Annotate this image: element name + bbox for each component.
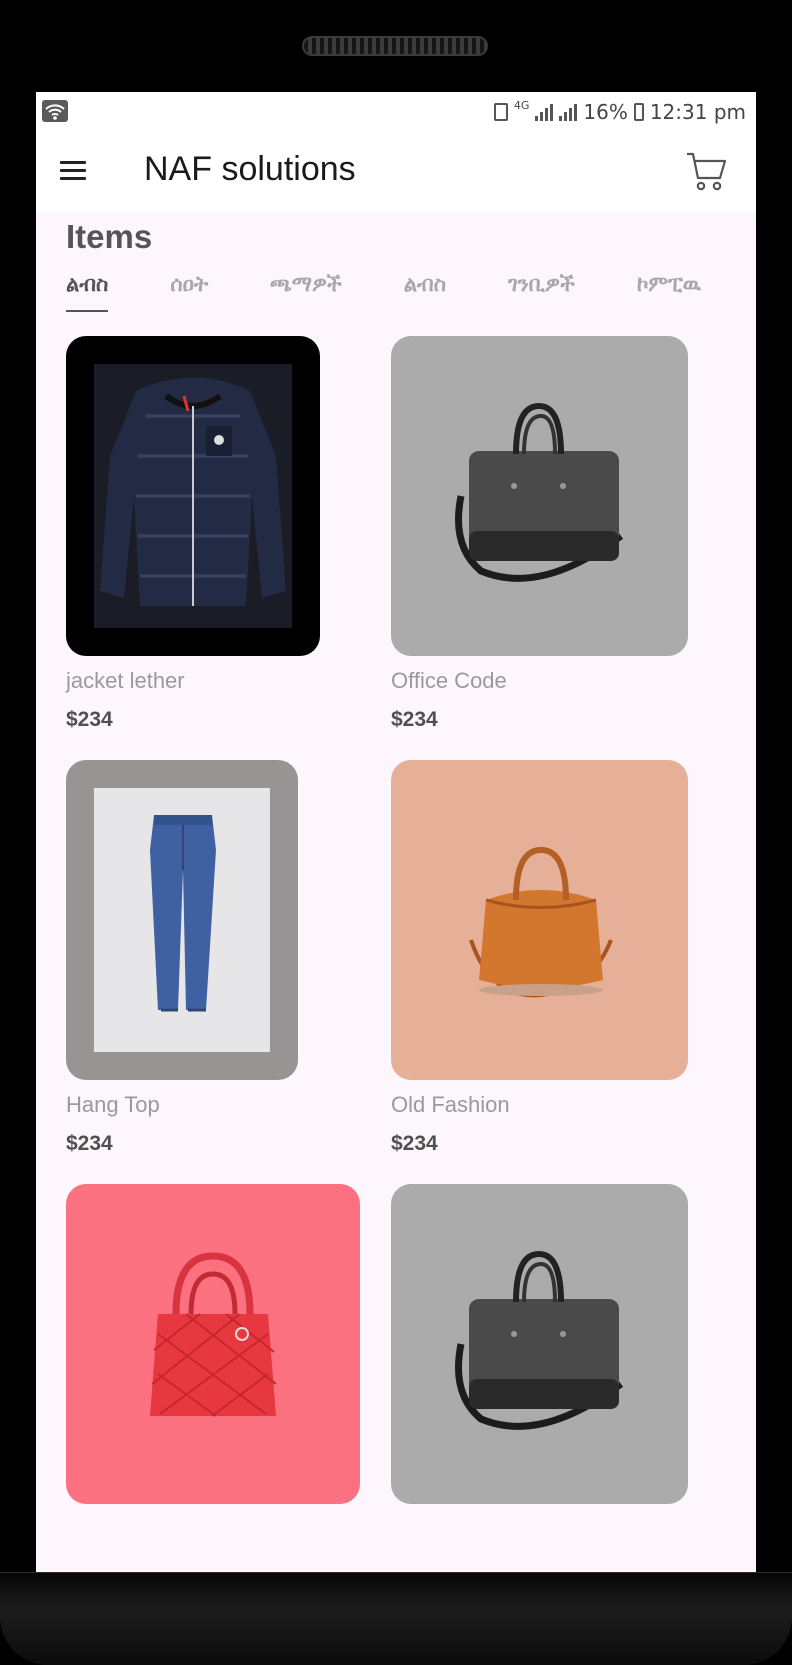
- blue-jeans-image: [94, 788, 270, 1052]
- product-image[interactable]: [66, 1184, 360, 1504]
- product-card[interactable]: Office Code $234: [391, 336, 688, 732]
- product-name: Hang Top: [66, 1092, 160, 1117]
- tab-category-4[interactable]: ልብስ: [404, 272, 446, 312]
- signal-icon: [535, 103, 554, 121]
- app-bar: NAF solutions: [36, 132, 756, 212]
- product-image[interactable]: [391, 760, 688, 1080]
- product-card[interactable]: [391, 1184, 688, 1518]
- product-price: $234: [391, 1132, 438, 1155]
- phone-frame: 4G 16% 12:31 pm NAF solutions Items ልብስ …: [0, 0, 792, 1665]
- tab-category-1[interactable]: ልብስ: [66, 272, 109, 312]
- product-price: $234: [391, 708, 438, 731]
- sim-card-icon: [493, 103, 508, 121]
- tab-category-3[interactable]: ጫማዎች: [270, 272, 342, 312]
- bottom-bezel: [0, 1572, 792, 1665]
- product-price: $234: [66, 708, 113, 731]
- category-tabs: ልብስ ሰዐት ጫማዎች ልብስ ገንቢዎች ኮምፒዉ: [66, 272, 756, 312]
- product-card[interactable]: Old Fashion $234: [391, 760, 688, 1156]
- product-image[interactable]: [66, 760, 298, 1080]
- section-title: Items: [66, 218, 153, 255]
- product-card[interactable]: jacket lether $234: [66, 336, 320, 732]
- product-image[interactable]: [391, 336, 688, 656]
- earpiece-speaker: [302, 36, 488, 56]
- tab-category-6[interactable]: ኮምፒዉ: [637, 272, 701, 312]
- wifi-icon: [42, 100, 68, 122]
- duffel-bag-image: [469, 846, 613, 998]
- tab-category-5[interactable]: ገንቢዎች: [508, 272, 575, 312]
- product-card[interactable]: Hang Top $234: [66, 760, 298, 1156]
- top-bezel: [0, 0, 792, 92]
- signal-icon-2: [559, 103, 578, 121]
- product-name: jacket lether: [66, 668, 185, 693]
- app-title: NAF solutions: [144, 150, 356, 188]
- product-name: Office Code: [391, 668, 507, 693]
- app-screen: 4G 16% 12:31 pm NAF solutions Items ልብስ …: [36, 92, 756, 1572]
- clock: 12:31 pm: [649, 100, 746, 124]
- shopping-cart-icon[interactable]: [684, 148, 730, 194]
- red-handbag-image: [150, 1252, 277, 1417]
- tab-category-2[interactable]: ሰዐት: [170, 272, 208, 312]
- product-price: $234: [66, 1132, 113, 1155]
- product-image[interactable]: [66, 336, 320, 656]
- battery-percent: 16%: [583, 100, 628, 124]
- product-card[interactable]: [66, 1184, 360, 1518]
- laptop-bag-image: [455, 1250, 624, 1430]
- network-type: 4G: [513, 99, 530, 112]
- battery-icon: [633, 103, 644, 121]
- hamburger-menu-icon[interactable]: [60, 150, 100, 190]
- product-name: Old Fashion: [391, 1092, 510, 1117]
- laptop-bag-image: [455, 402, 624, 582]
- product-image[interactable]: [391, 1184, 688, 1504]
- status-bar: 4G 16% 12:31 pm: [36, 92, 756, 132]
